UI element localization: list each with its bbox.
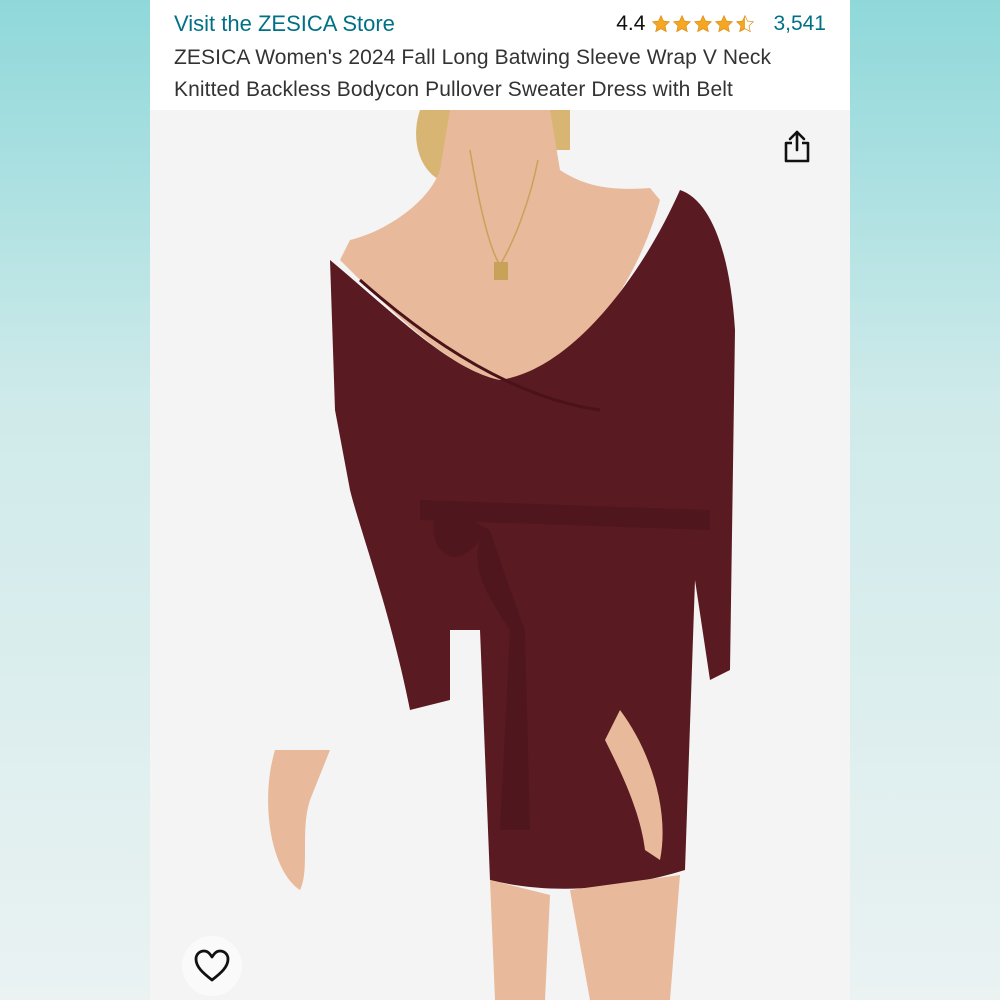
- star-rating: [651, 14, 755, 34]
- star-icon: [673, 14, 692, 33]
- rating-summary[interactable]: 4.4 3,541: [616, 12, 826, 36]
- star-icon: [652, 14, 671, 33]
- product-image[interactable]: [150, 110, 850, 1000]
- store-rating-row: Visit the ZESICA Store 4.4 3,541: [174, 8, 826, 40]
- background-left: [0, 0, 150, 1000]
- review-count[interactable]: 3,541: [773, 12, 826, 36]
- share-icon: [784, 130, 810, 163]
- store-link[interactable]: Visit the ZESICA Store: [174, 11, 395, 37]
- product-header: Visit the ZESICA Store 4.4 3,541 ZESICA …: [150, 0, 850, 110]
- product-photo: [150, 110, 850, 1000]
- heart-icon: [194, 949, 230, 982]
- half-star-icon: [736, 14, 755, 33]
- star-icon: [715, 14, 734, 33]
- rating-value: 4.4: [616, 12, 646, 35]
- product-panel: Visit the ZESICA Store 4.4 3,541 ZESICA …: [150, 0, 850, 1000]
- star-icon: [694, 14, 713, 33]
- product-title: ZESICA Women's 2024 Fall Long Batwing Sl…: [174, 46, 772, 101]
- share-button[interactable]: [768, 118, 826, 176]
- favorite-button[interactable]: [182, 936, 242, 996]
- background-right: [850, 0, 1000, 1000]
